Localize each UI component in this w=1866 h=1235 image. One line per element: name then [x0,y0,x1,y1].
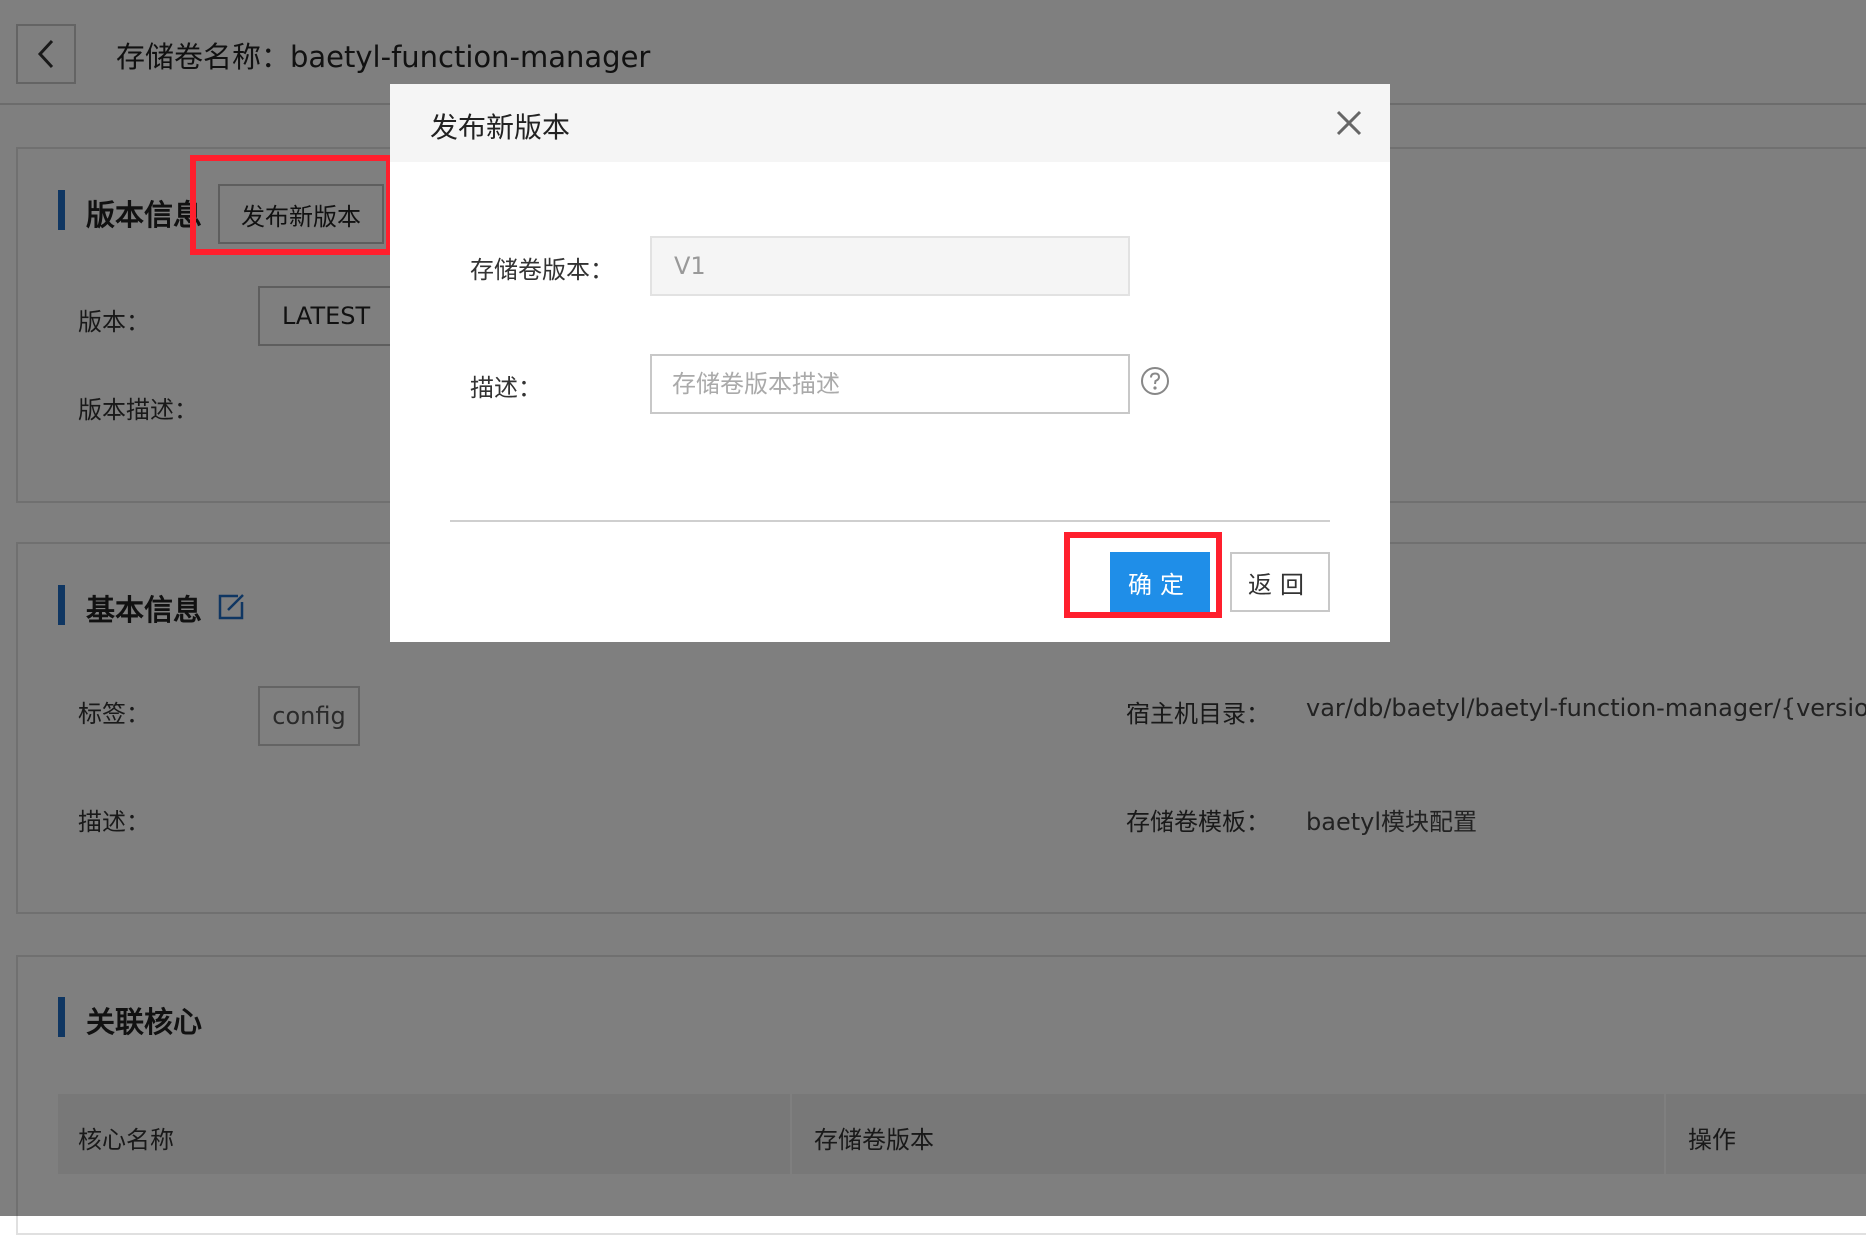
publish-version-dialog: 发布新版本 存储卷版本： V1 描述： 确定 返回 [390,84,1390,642]
cancel-button[interactable]: 返回 [1230,552,1330,612]
help-icon[interactable] [1140,366,1170,396]
highlight-box [190,155,392,255]
volume-version-label: 存储卷版本： [470,256,614,284]
dialog-divider [450,520,1330,522]
description-input[interactable] [650,354,1130,414]
description-field-label: 描述： [470,374,542,402]
close-icon[interactable] [1330,104,1368,142]
highlight-box [1064,532,1222,618]
dialog-title: 发布新版本 [430,111,571,144]
volume-version-input: V1 [650,236,1130,296]
